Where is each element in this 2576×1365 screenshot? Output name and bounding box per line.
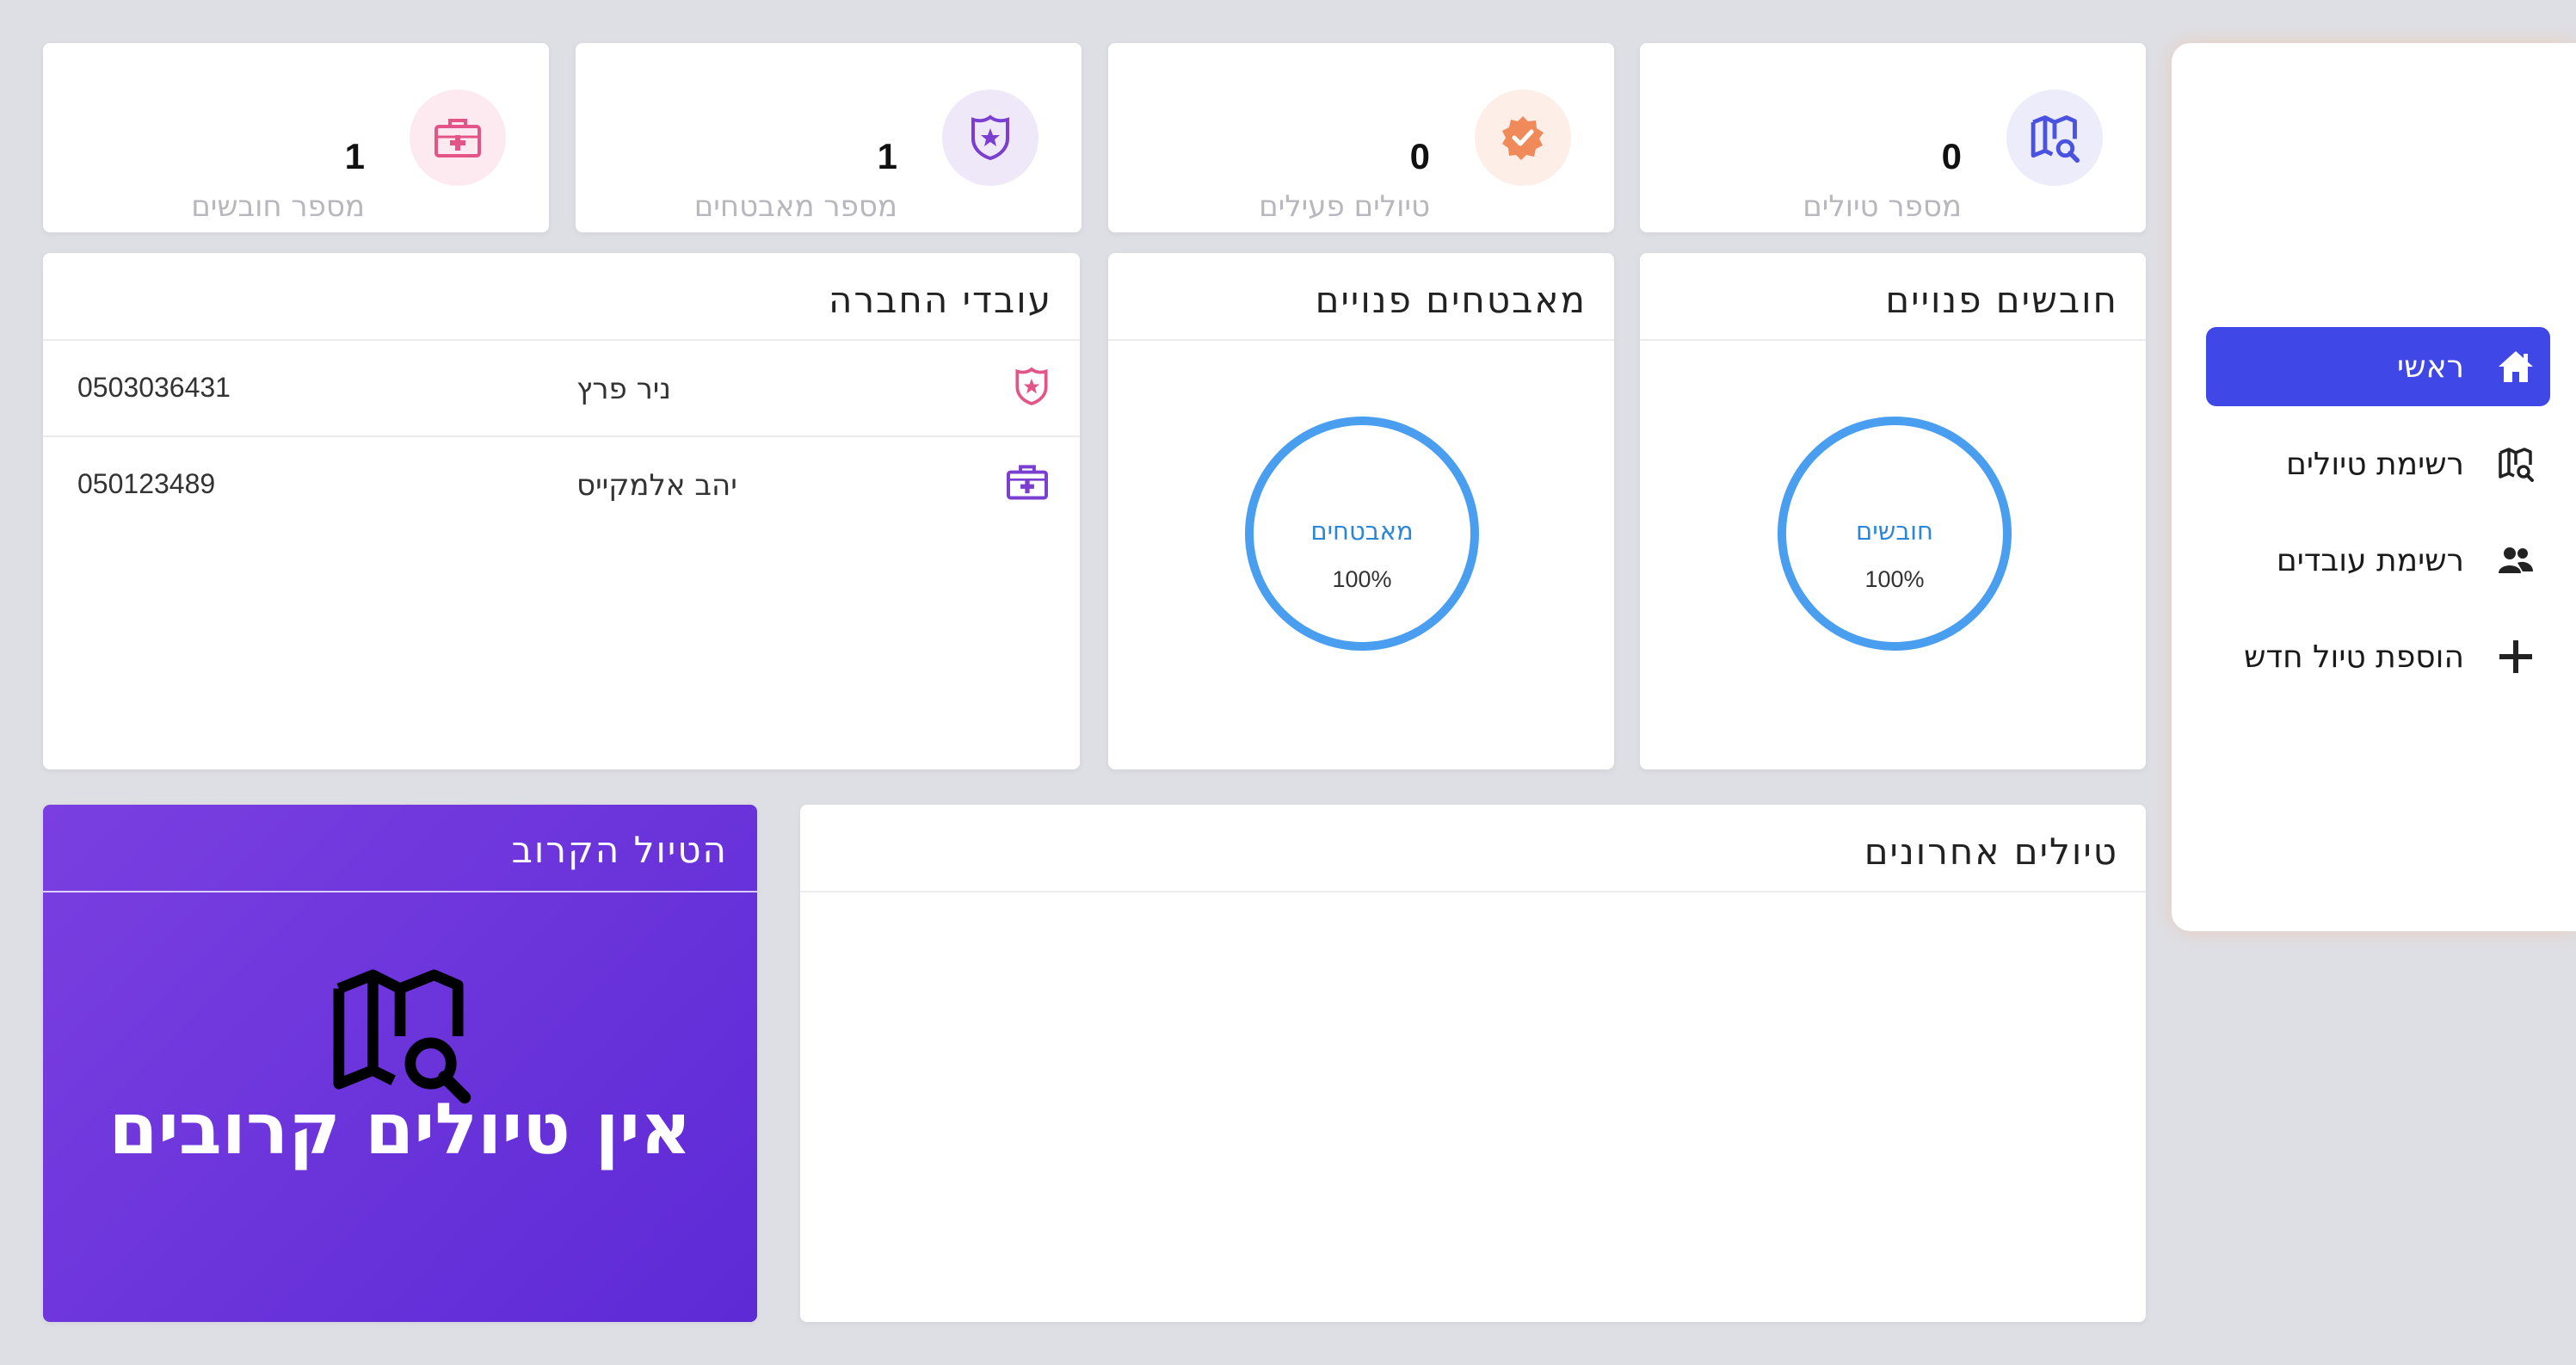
sidebar-item-label: רשימת טיולים bbox=[2285, 446, 2464, 482]
stat-value: 0 bbox=[1941, 136, 1962, 176]
sidebar-item-employees-list[interactable]: רשימת עובדים bbox=[2206, 521, 2550, 600]
map-search-icon bbox=[327, 961, 473, 1108]
panel-title: הטיול הקרוב bbox=[511, 829, 728, 871]
home-icon bbox=[2493, 349, 2538, 384]
employee-name: ניר פרץ bbox=[576, 372, 671, 406]
verified-badge-icon bbox=[1475, 90, 1571, 186]
sidebar: ראשי רשימת טיולים רשימת עובדים הוספת טיו… bbox=[2172, 43, 2576, 931]
guards-donut-chart: מאבטחים 100% bbox=[1245, 417, 1479, 651]
divider bbox=[1640, 339, 2146, 341]
stat-label: מספר חובשים bbox=[191, 189, 365, 224]
stat-value: 1 bbox=[877, 136, 897, 176]
upcoming-trip-panel: הטיול הקרוב אין טיולים קרובים bbox=[43, 805, 757, 1322]
divider bbox=[800, 891, 2146, 892]
panel-title: עובדי החברה bbox=[829, 279, 1052, 321]
employee-row[interactable]: ניר פרץ 0503036431 bbox=[43, 341, 1080, 437]
panel-title: חובשים פנויים bbox=[1885, 279, 2118, 321]
sidebar-item-label: רשימת עובדים bbox=[2276, 542, 2464, 578]
sidebar-item-label: ראשי bbox=[2397, 349, 2464, 385]
stat-label: טיולים פעילים bbox=[1259, 189, 1430, 224]
empty-state-text: אין טיולים קרובים bbox=[108, 1089, 692, 1170]
donut-percent: 100% bbox=[1332, 566, 1392, 592]
employee-name: יהב אלמקייס bbox=[576, 468, 737, 503]
stat-label: מספר מאבטחים bbox=[693, 189, 897, 224]
employee-phone: 0503036431 bbox=[77, 372, 231, 403]
stat-card-guards-count: 1 מספר מאבטחים bbox=[576, 43, 1082, 232]
plus-icon bbox=[2493, 639, 2538, 675]
stat-value: 0 bbox=[1409, 136, 1430, 176]
sidebar-item-trips-list[interactable]: רשימת טיולים bbox=[2206, 424, 2550, 503]
medics-donut-chart: חובשים 100% bbox=[1778, 417, 2012, 651]
panel-title: מאבטחים פנויים bbox=[1315, 279, 1587, 321]
map-search-icon bbox=[2006, 90, 2103, 186]
police-badge-icon bbox=[1014, 367, 1049, 410]
medkit-icon bbox=[410, 90, 506, 186]
free-guards-panel: מאבטחים פנויים מאבטחים 100% bbox=[1108, 253, 1614, 769]
free-medics-panel: חובשים פנויים חובשים 100% bbox=[1640, 253, 2146, 769]
employees-panel: עובדי החברה ניר פרץ 0503036431 יהב אלמקי… bbox=[43, 253, 1080, 769]
map-search-icon bbox=[2493, 446, 2538, 482]
stat-value: 1 bbox=[344, 136, 365, 176]
stat-card-medics-count: 1 מספר חובשים bbox=[43, 43, 549, 232]
recent-trips-panel: טיולים אחרונים bbox=[800, 805, 2146, 1322]
stat-card-trips-count: 0 מספר טיולים bbox=[1640, 43, 2146, 232]
sidebar-item-home[interactable]: ראשי bbox=[2206, 327, 2550, 406]
police-badge-icon bbox=[942, 90, 1038, 186]
employee-row[interactable]: יהב אלמקייס 050123489 bbox=[43, 437, 1080, 534]
donut-percent: 100% bbox=[1864, 566, 1925, 592]
sidebar-item-add-trip[interactable]: הוספת טיול חדש bbox=[2206, 617, 2550, 696]
donut-label: חובשים bbox=[1856, 516, 1933, 546]
donut-label: מאבטחים bbox=[1310, 516, 1414, 546]
medkit-icon bbox=[1006, 463, 1049, 504]
divider bbox=[1108, 339, 1614, 341]
panel-title: טיולים אחרונים bbox=[1864, 831, 2118, 873]
stat-card-active-trips: 0 טיולים פעילים bbox=[1108, 43, 1614, 232]
divider bbox=[43, 891, 757, 892]
users-icon bbox=[2493, 546, 2538, 575]
sidebar-item-label: הוספת טיול חדש bbox=[2243, 639, 2464, 675]
stat-label: מספר טיולים bbox=[1803, 189, 1962, 224]
employee-phone: 050123489 bbox=[77, 468, 216, 499]
